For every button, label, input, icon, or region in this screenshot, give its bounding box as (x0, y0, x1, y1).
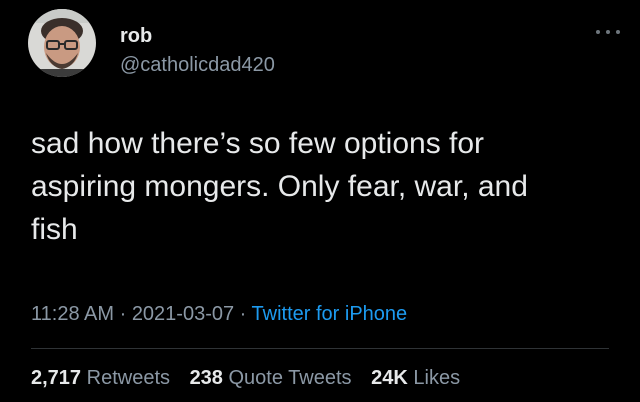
quote-tweets-stat[interactable]: 238 Quote Tweets (190, 367, 352, 389)
tweet-date[interactable]: 2021-03-07 (132, 303, 234, 325)
quote-tweets-count: 238 (189, 367, 223, 389)
author-handle[interactable]: @catholicdad420 (120, 54, 275, 77)
likes-count: 24K (371, 367, 408, 389)
more-dot (606, 30, 610, 34)
meta-separator: · (114, 303, 132, 325)
tweet-source-link[interactable]: Twitter for iPhone (252, 303, 408, 325)
retweets-label: Retweets (86, 367, 170, 389)
tweet-meta: 11:28 AM · 2021-03-07 · Twitter for iPho… (31, 303, 407, 326)
avatar[interactable] (28, 9, 96, 77)
more-dot (616, 30, 620, 34)
likes-label: Likes (413, 367, 461, 389)
retweets-count: 2,717 (31, 367, 82, 389)
meta-separator: · (234, 303, 252, 325)
more-dot (596, 30, 600, 34)
tweet-stats: 2,717 Retweets 238 Quote Tweets 24K Like… (31, 367, 474, 390)
retweets-stat[interactable]: 2,717 Retweets (31, 367, 170, 389)
tweet-detail: rob @catholicdad420 sad how there’s so f… (0, 0, 640, 402)
more-icon[interactable] (596, 24, 620, 40)
profile-photo-icon (28, 9, 96, 77)
likes-stat[interactable]: 24K Likes (371, 367, 460, 389)
tweet-text: sad how there’s so few options for aspir… (31, 127, 528, 246)
quote-tweets-label: Quote Tweets (228, 367, 352, 389)
tweet-time[interactable]: 11:28 AM (31, 303, 114, 325)
author-display-name[interactable]: rob (120, 25, 152, 48)
divider (31, 348, 609, 349)
